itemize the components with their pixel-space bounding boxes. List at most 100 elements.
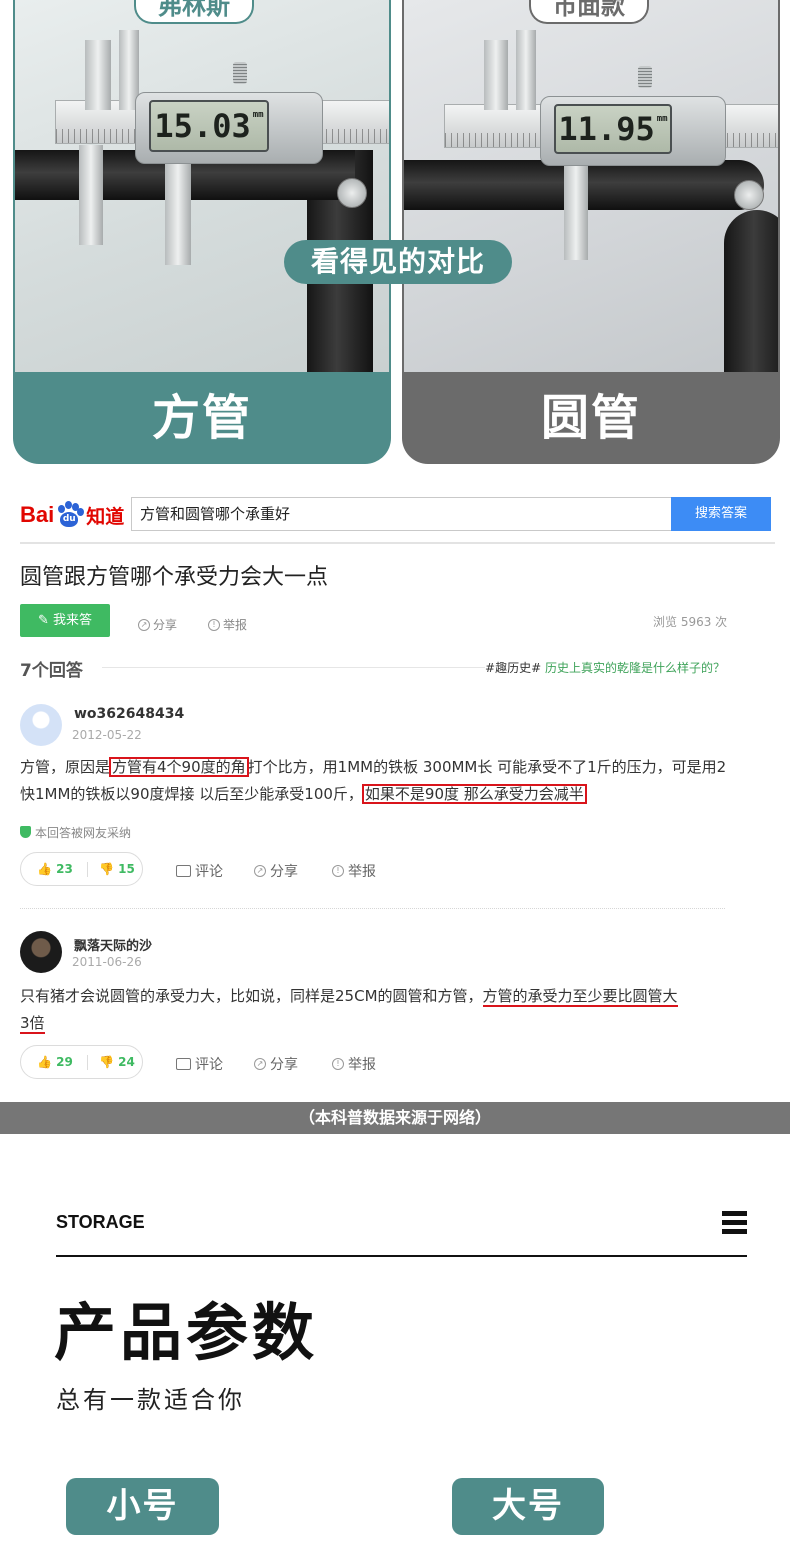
like-button[interactable]: 👍 23	[37, 862, 73, 876]
share-icon: ↗	[138, 618, 150, 631]
size-large-button[interactable]: 大号	[452, 1478, 604, 1535]
thumbs-down-icon: 👎	[99, 1055, 119, 1069]
share-label: 分享	[153, 618, 178, 632]
shield-check-icon	[20, 826, 31, 838]
square-tube-photo: 15.03 mm	[15, 0, 389, 372]
like-count: 29	[56, 1055, 73, 1069]
answer-item: 飘落天际的沙 2011-06-26 只有猪才会说圆管的承受力大，比如说，同样是2…	[20, 931, 725, 1081]
zhidao-header: Bai du 知道 方管和圆管哪个承重好 搜索答案	[20, 494, 775, 544]
search-answer-button[interactable]: 搜索答案	[671, 497, 771, 531]
size-small-button[interactable]: 小号	[66, 1478, 219, 1535]
section-divider	[56, 1255, 747, 1257]
vote-widget: 👍 23 👎 15	[20, 852, 143, 886]
product-params-section: STORAGE 产品参数 总有一款适合你 小号 大号	[0, 1134, 790, 1546]
comment-label: 评论	[195, 864, 223, 880]
share-icon: ↗	[254, 1058, 266, 1070]
search-input[interactable]: 方管和圆管哪个承重好	[131, 497, 672, 531]
params-title: 产品参数	[54, 1296, 319, 1369]
comment-button[interactable]: 评论	[176, 861, 223, 881]
username[interactable]: 飘落天际的沙	[74, 935, 152, 954]
brand-tag: 弗林斯	[134, 0, 254, 24]
answer-button-label: 我来答	[53, 613, 93, 628]
share-label: 分享	[270, 864, 298, 880]
report-icon: !	[332, 865, 344, 877]
logo-zhidao: 知道	[86, 505, 125, 528]
question-report-button[interactable]: ! 举报	[208, 616, 247, 633]
caliper-unit: mm	[252, 110, 264, 120]
highlight-underline: 3倍	[20, 1014, 45, 1034]
comparison-pill: 看得见的对比	[284, 240, 512, 284]
divider	[102, 667, 485, 668]
comment-icon	[176, 865, 191, 877]
report-button[interactable]: ! 举报	[332, 861, 376, 881]
brand-tag: 市面款	[529, 0, 649, 24]
answer-text-part: 方管，原因是	[20, 758, 111, 776]
share-icon: ↗	[254, 865, 266, 877]
highlight-box: 方管有4个90度的角	[109, 757, 249, 777]
share-button[interactable]: ↗ 分享	[254, 1054, 298, 1074]
share-button[interactable]: ↗ 分享	[254, 861, 298, 881]
comparison-section: 15.03 mm 弗林斯 方管 11.95 mm 市面款 圆管 看得见的对比	[0, 0, 790, 470]
topic-tag: #趣历史#	[485, 661, 542, 675]
answer-divider	[20, 908, 725, 909]
thumbs-up-icon: 👍	[37, 1055, 57, 1069]
dislike-count: 15	[118, 862, 135, 876]
avatar[interactable]	[20, 704, 62, 746]
caliper-reading: 11.95	[558, 110, 655, 148]
report-icon: !	[332, 1058, 344, 1070]
square-tube-panel: 15.03 mm 弗林斯 方管	[13, 0, 391, 464]
report-icon: !	[208, 618, 220, 631]
answer-button[interactable]: ✎ 我来答	[20, 604, 110, 637]
round-tube-panel: 11.95 mm 市面款 圆管	[402, 0, 780, 464]
logo-du: du	[60, 512, 79, 527]
answer-item: wo362648434 2012-05-22 方管，原因是 方管有4个90度的角打…	[20, 704, 726, 890]
edit-icon: ✎	[37, 613, 53, 628]
answer-date: 2012-05-22	[72, 728, 142, 742]
highlight-underline: 方管的承受力至少要比圆管大	[482, 987, 678, 1007]
report-button[interactable]: ! 举报	[332, 1054, 376, 1074]
comment-button[interactable]: 评论	[176, 1054, 223, 1074]
topic-link[interactable]: 历史上真实的乾隆是什么样子的？	[545, 661, 725, 675]
params-subtitle: 总有一款适合你	[56, 1386, 245, 1414]
answer-count-row: 7个回答 #趣历史# 历史上真实的乾隆是什么样子的？	[20, 656, 725, 681]
answer-date: 2011-06-26	[72, 955, 142, 969]
like-count: 23	[56, 862, 73, 876]
source-note: （本科普数据来源于网络）	[0, 1102, 790, 1134]
paw-icon: du	[55, 501, 85, 529]
logo-bai: Bai	[20, 502, 55, 527]
answer-text: 方管，原因是 方管有4个90度的角 打个比方，用1MM的铁板 300MM长 可能承受…	[20, 754, 730, 808]
like-button[interactable]: 👍 29	[37, 1055, 73, 1069]
question-title: 圆管跟方管哪个承受力会大一点	[20, 565, 329, 590]
comment-icon	[176, 1058, 191, 1070]
answer-count: 7个回答	[20, 661, 83, 681]
thumbs-down-icon: 👎	[99, 862, 119, 876]
baidu-zhidao-logo[interactable]: Bai du 知道	[20, 500, 124, 530]
dislike-button[interactable]: 👎 15	[99, 862, 135, 876]
topic-recommend[interactable]: #趣历史# 历史上真实的乾隆是什么样子的？	[485, 659, 725, 676]
report-label: 举报	[223, 618, 248, 632]
avatar[interactable]	[20, 931, 62, 973]
answer-text-part: 只有猪才会说圆管的承受力大，比如说，同样是25CM的圆管和方管，	[20, 987, 483, 1005]
username[interactable]: wo362648434	[74, 706, 184, 722]
zhidao-screenshot: Bai du 知道 方管和圆管哪个承重好 搜索答案 圆管跟方管哪个承受力会大一点…	[0, 470, 790, 1102]
adopted-label: 本回答被网友采纳	[35, 826, 132, 840]
question-share-button[interactable]: ↗ 分享	[138, 616, 177, 633]
view-count: 浏览 5963 次	[653, 615, 728, 629]
report-label: 举报	[348, 1057, 376, 1073]
round-tube-label: 圆管	[540, 390, 641, 446]
comment-label: 评论	[195, 1057, 223, 1073]
thumbs-up-icon: 👍	[37, 862, 57, 876]
report-label: 举报	[348, 864, 376, 880]
adopted-badge: 本回答被网友采纳	[20, 824, 131, 841]
dislike-button[interactable]: 👎 24	[99, 1055, 135, 1069]
vote-widget: 👍 29 👎 24	[20, 1045, 143, 1079]
share-label: 分享	[270, 1057, 298, 1073]
round-tube-photo: 11.95 mm	[404, 0, 778, 372]
menu-icon	[722, 1211, 747, 1235]
caliper-unit: mm	[656, 114, 668, 124]
dislike-count: 24	[118, 1055, 135, 1069]
highlight-box: 如果不是90度 那么承受力会减半	[361, 784, 587, 804]
answer-text: 只有猪才会说圆管的承受力大，比如说，同样是25CM的圆管和方管，方管的承受力至少…	[20, 983, 730, 1037]
square-tube-label: 方管	[151, 390, 252, 446]
storage-label: STORAGE	[56, 1212, 145, 1232]
